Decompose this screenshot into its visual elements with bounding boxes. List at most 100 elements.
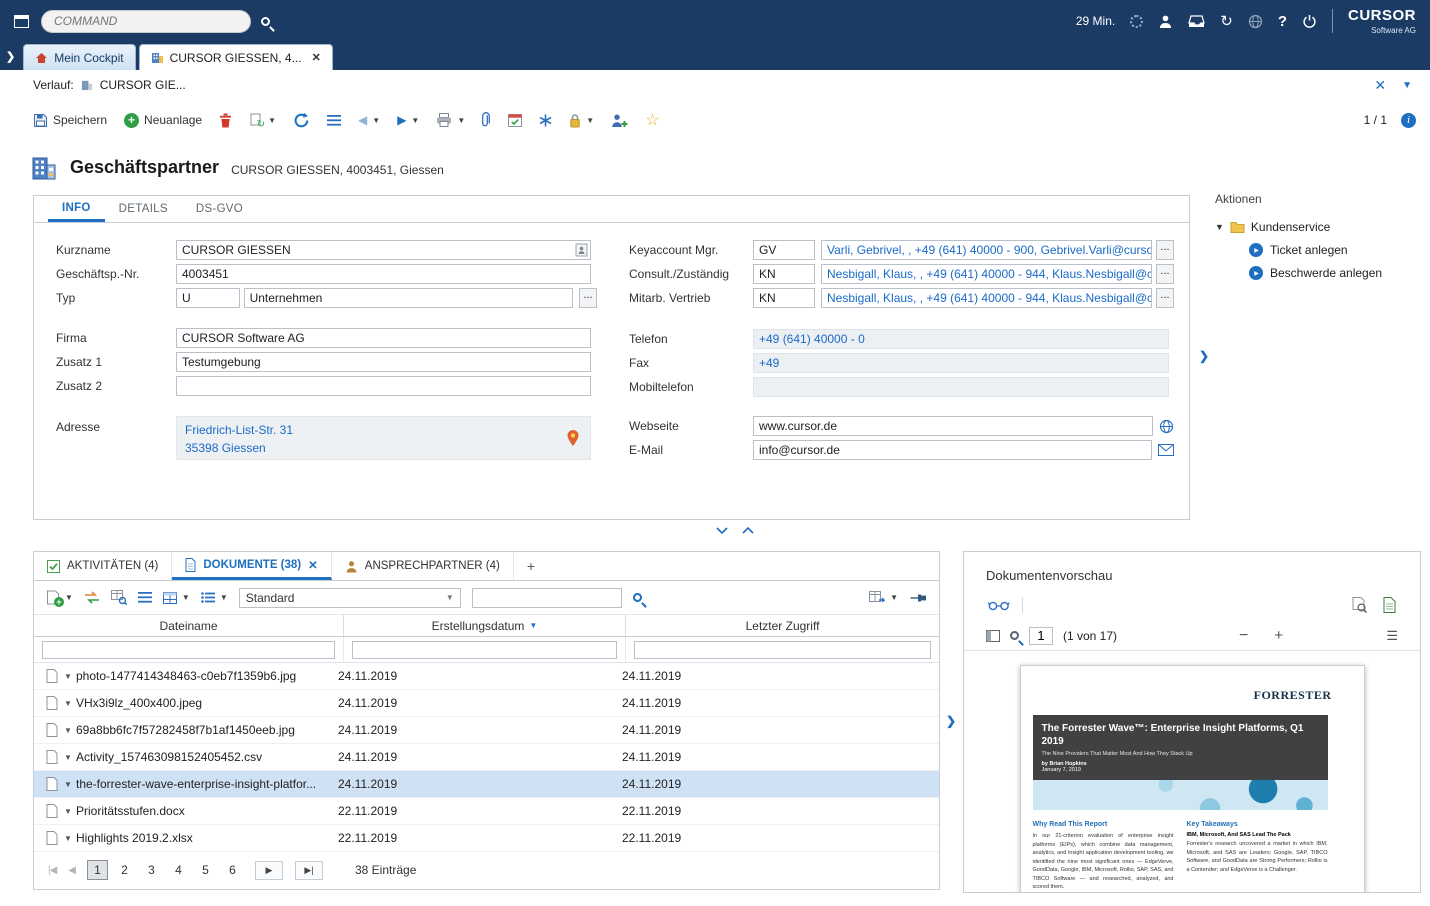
vertrieb-lookup-button[interactable]: ... (1156, 288, 1174, 308)
table-row[interactable]: ▼ Activity_157463098152405452.csv 24.11.… (34, 744, 939, 771)
pin-icon[interactable] (910, 593, 927, 603)
workflow-button[interactable] (539, 114, 552, 127)
add-tab-button[interactable]: + (514, 552, 548, 580)
expand-sidebar-chevron-icon[interactable]: ❯ (6, 50, 15, 63)
previous-page-button[interactable]: ◀ (68, 865, 75, 876)
consult-lookup-button[interactable]: ... (1156, 264, 1174, 284)
row-menu-caret-icon[interactable]: ▼ (60, 780, 76, 789)
page-button-4[interactable]: 4 (168, 860, 189, 880)
table-row[interactable]: ▼ photo-1477414348463-c0eb7f1359b6.jpg 2… (34, 663, 939, 690)
page-button-3[interactable]: 3 (141, 860, 162, 880)
zusatz1-field[interactable]: Testumgebung (176, 352, 591, 372)
user-icon[interactable] (1158, 14, 1173, 29)
save-button[interactable]: Speichern (33, 113, 107, 128)
page-button-1[interactable]: 1 (87, 860, 108, 880)
dropdown-caret-icon[interactable]: ▼ (65, 593, 73, 602)
vertrieb-code-field[interactable]: KN (753, 288, 815, 308)
telefon-field[interactable]: +49 (641) 40000 - 0 (753, 329, 1169, 349)
email-icon[interactable] (1158, 444, 1174, 456)
expand-preview-chevron-icon[interactable]: ❯ (946, 714, 956, 728)
tab-mein-cockpit[interactable]: Mein Cockpit (23, 44, 135, 70)
favorite-star-button[interactable]: ☆ (645, 110, 659, 130)
row-menu-caret-icon[interactable]: ▼ (60, 726, 76, 735)
preview-search-icon[interactable] (1010, 631, 1019, 640)
email-field[interactable]: info@cursor.de (753, 440, 1152, 460)
filter-dateiname-input[interactable] (42, 641, 335, 659)
attachment-button[interactable] (482, 112, 491, 128)
collapse-actions-chevron-icon[interactable]: ❯ (1199, 349, 1209, 363)
tab-ansprechpartner[interactable]: ANSPRECHPARTNER (4) (332, 552, 514, 580)
action-beschwerde-anlegen[interactable]: ▶ Beschwerde anlegen (1249, 266, 1425, 280)
export-button[interactable]: ▼ (869, 591, 898, 604)
dropdown-caret-icon[interactable]: ▼ (372, 116, 380, 125)
calendar-button[interactable] (508, 113, 522, 127)
redo-icon[interactable]: ↻ (1220, 12, 1233, 30)
verlauf-item[interactable]: CURSOR GIE... (100, 78, 186, 92)
refresh-button[interactable] (293, 112, 310, 129)
adresse-line2[interactable]: 35398 Giessen (185, 441, 266, 455)
adresse-field[interactable]: Friedrich-List-Str. 31 35398 Giessen (176, 416, 591, 460)
zoom-out-button[interactable]: − (1239, 627, 1248, 645)
new-record-button[interactable]: + Neuanlage (124, 113, 202, 128)
mobiltelefon-field[interactable] (753, 377, 1169, 397)
network-icon[interactable] (1248, 14, 1263, 29)
add-contact-button[interactable] (611, 113, 628, 128)
table-row[interactable]: ▼ Highlights 2019.2.xlsx 22.11.2019 22.1… (34, 825, 939, 852)
dropdown-caret-icon[interactable]: ▼ (220, 593, 228, 602)
transfer-arrows-icon[interactable] (84, 591, 100, 604)
documents-search-icon[interactable] (633, 593, 642, 602)
vertrieb-field[interactable]: Nesbigall, Klaus, , +49 (641) 40000 - 94… (821, 288, 1152, 308)
preview-document-area[interactable]: FORRESTER The Forrester Wave™: Enterpris… (964, 651, 1420, 893)
adresse-line1[interactable]: Friedrich-List-Str. 31 (185, 423, 293, 437)
webseite-field[interactable]: www.cursor.de (753, 416, 1153, 436)
last-page-button[interactable]: ▶| (295, 861, 323, 880)
search-table-icon[interactable] (111, 590, 127, 605)
dropdown-caret-icon[interactable]: ▼ (890, 593, 898, 602)
typ-lookup-button[interactable]: ... (579, 288, 597, 308)
power-icon[interactable] (1302, 14, 1317, 29)
verlauf-close-icon[interactable]: ✕ (1374, 77, 1386, 94)
info-icon[interactable]: i (1401, 113, 1416, 128)
previous-record-button[interactable]: ◀ ▼ (358, 113, 380, 127)
list-menu-icon[interactable] (138, 592, 152, 603)
consult-field[interactable]: Nesbigall, Klaus, , +49 (641) 40000 - 94… (821, 264, 1152, 284)
row-menu-caret-icon[interactable]: ▼ (60, 807, 76, 816)
column-header-erstellungsdatum[interactable]: Erstellungsdatum▼ (344, 615, 626, 636)
keyaccount-lookup-button[interactable]: ... (1156, 240, 1174, 260)
sidebar-toggle-icon[interactable] (986, 630, 1000, 642)
page-button-2[interactable]: 2 (114, 860, 135, 880)
filter-letzter-zugriff-input[interactable] (634, 641, 931, 659)
typ-value-field[interactable]: Unternehmen (244, 288, 573, 308)
open-document-icon[interactable] (1383, 597, 1396, 613)
aktionen-folder-kundenservice[interactable]: ▼ Kundenservice (1215, 220, 1425, 234)
dropdown-caret-icon[interactable]: ▼ (182, 593, 190, 602)
zoom-in-button[interactable]: + (1274, 627, 1283, 644)
tab-close-icon[interactable]: ✕ (312, 51, 321, 64)
page-number-input[interactable] (1029, 627, 1053, 645)
typ-code-field[interactable]: U (176, 288, 240, 308)
list-menu-button[interactable] (327, 115, 341, 126)
table-row[interactable]: ▼ 69a8bb6fc7f57282458f7b1af1450eeb.jpg 2… (34, 717, 939, 744)
zoom-document-icon[interactable] (1352, 597, 1367, 613)
tab-dokumente[interactable]: DOKUMENTE (38) ✕ (172, 552, 331, 580)
tab-close-icon[interactable]: ✕ (308, 558, 318, 572)
tab-info[interactable]: INFO (48, 196, 105, 222)
inbox-icon[interactable] (1188, 15, 1205, 28)
column-header-dateiname[interactable]: Dateiname (34, 615, 344, 636)
tab-aktivitaeten[interactable]: AKTIVITÄTEN (4) (34, 552, 172, 580)
row-menu-caret-icon[interactable]: ▼ (60, 753, 76, 762)
table-view-button[interactable]: ▼ (163, 592, 190, 604)
tab-details[interactable]: DETAILS (105, 196, 182, 222)
command-search-icon[interactable] (261, 17, 270, 26)
collapse-up-icon[interactable] (742, 527, 754, 534)
action-ticket-anlegen[interactable]: ▶ Ticket anlegen (1249, 243, 1425, 257)
reading-mode-glasses-icon[interactable] (988, 600, 1010, 611)
tab-dsgvo[interactable]: DS-GVO (182, 196, 257, 222)
rights-button[interactable]: ▼ (569, 113, 594, 128)
add-document-button[interactable]: + ▼ (46, 590, 73, 605)
collapse-down-icon[interactable] (716, 527, 728, 534)
print-button[interactable]: ▼ (436, 113, 465, 127)
row-menu-caret-icon[interactable]: ▼ (60, 834, 76, 843)
nr-field[interactable]: 4003451 (176, 264, 591, 284)
documents-search-input[interactable] (472, 588, 622, 608)
